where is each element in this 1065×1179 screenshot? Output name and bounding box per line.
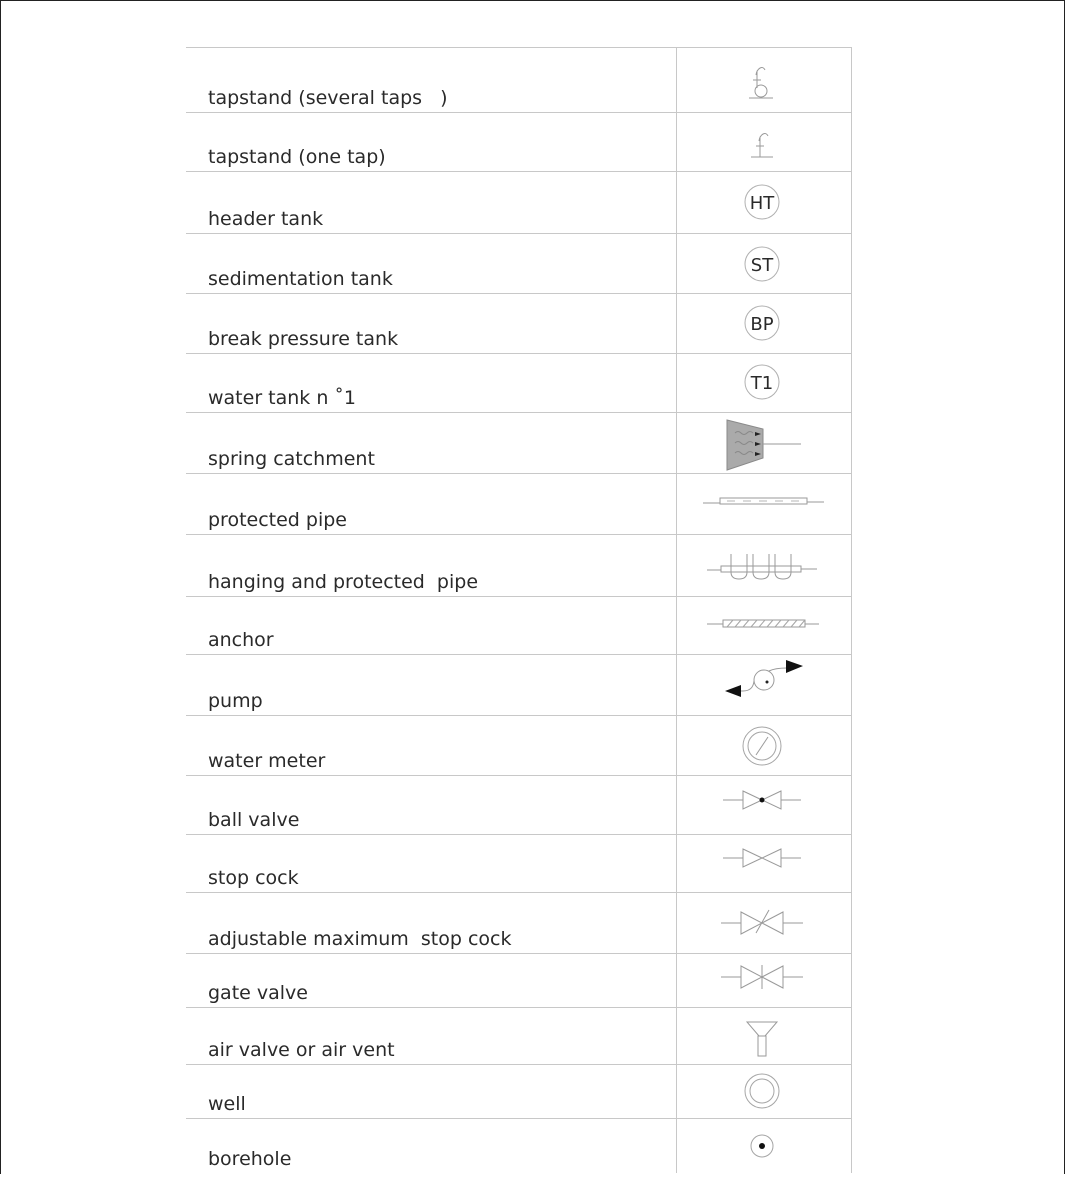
tank-code: T1 bbox=[750, 373, 773, 394]
legend-row: sedimentation tank ST bbox=[186, 234, 852, 294]
row-label: protected pipe bbox=[208, 509, 347, 531]
row-label: break pressure tank bbox=[208, 328, 399, 350]
legend-row: water meter bbox=[186, 716, 852, 776]
row-label: well bbox=[208, 1093, 246, 1115]
row-label: header tank bbox=[208, 208, 324, 230]
tank-code: ST bbox=[751, 255, 774, 276]
legend-row: gate valve bbox=[186, 954, 852, 1008]
borehole-icon bbox=[750, 1134, 774, 1158]
header-tank-icon: HT bbox=[744, 184, 780, 220]
pump-icon bbox=[725, 660, 803, 697]
row-label: ball valve bbox=[208, 809, 300, 831]
row-label: stop cock bbox=[208, 867, 299, 889]
sedimentation-tank-icon: ST bbox=[744, 246, 780, 282]
legend-row: adjustable maximum stop cock bbox=[186, 893, 852, 954]
legend-row: ball valve bbox=[186, 776, 852, 835]
tapstand-several-taps-icon bbox=[749, 67, 773, 99]
legend-row: header tank HT bbox=[186, 172, 852, 234]
row-label: sedimentation tank bbox=[208, 268, 393, 290]
legend-row: break pressure tank BP bbox=[186, 294, 852, 354]
row-label: water meter bbox=[208, 750, 326, 772]
spring-catchment-icon bbox=[726, 419, 801, 471]
stop-cock-icon bbox=[723, 848, 801, 868]
row-label: hanging and protected pipe bbox=[208, 571, 479, 593]
water-meter-icon bbox=[742, 726, 782, 766]
legend-row: protected pipe bbox=[186, 474, 852, 535]
ball-valve-icon bbox=[723, 790, 801, 810]
hanging-protected-pipe-icon bbox=[707, 554, 817, 580]
row-label: pump bbox=[208, 690, 263, 712]
row-label: gate valve bbox=[208, 982, 308, 1004]
row-label: anchor bbox=[208, 629, 274, 651]
legend-row: pump bbox=[186, 655, 852, 716]
tank-code: BP bbox=[750, 314, 773, 335]
well-icon bbox=[744, 1073, 780, 1109]
legend-row: anchor bbox=[186, 597, 852, 655]
symbol-legend-table: tapstand (several taps ) tapstand (one t… bbox=[186, 47, 852, 1173]
row-label: air valve or air vent bbox=[208, 1039, 395, 1061]
gate-valve-icon bbox=[721, 965, 803, 989]
adjustable-stop-cock-icon bbox=[721, 909, 803, 935]
air-valve-icon bbox=[745, 1021, 779, 1057]
tapstand-one-tap-icon bbox=[751, 133, 773, 158]
row-label: borehole bbox=[208, 1148, 292, 1170]
row-label: spring catchment bbox=[208, 448, 375, 470]
legend-row: spring catchment bbox=[186, 413, 852, 474]
legend-row: stop cock bbox=[186, 835, 852, 893]
row-label: adjustable maximum stop cock bbox=[208, 928, 512, 950]
legend-row: air valve or air vent bbox=[186, 1008, 852, 1065]
row-label: tapstand (several taps ) bbox=[208, 87, 448, 109]
legend-row: tapstand (one tap) bbox=[186, 113, 852, 172]
legend-row: tapstand (several taps ) bbox=[186, 48, 852, 113]
protected-pipe-icon bbox=[703, 497, 824, 505]
break-pressure-tank-icon: BP bbox=[744, 305, 780, 341]
legend-row: well bbox=[186, 1065, 852, 1119]
legend-row: water tank n ˚1 T1 bbox=[186, 354, 852, 413]
legend-page: tapstand (several taps ) tapstand (one t… bbox=[0, 0, 1065, 1174]
anchor-icon bbox=[707, 619, 819, 628]
tank-code: HT bbox=[750, 193, 776, 214]
water-tank-icon: T1 bbox=[744, 364, 780, 400]
legend-row: hanging and protected pipe bbox=[186, 535, 852, 597]
row-label: water tank n ˚1 bbox=[208, 387, 357, 409]
row-label: tapstand (one tap) bbox=[208, 146, 386, 168]
legend-row: borehole bbox=[186, 1119, 852, 1173]
